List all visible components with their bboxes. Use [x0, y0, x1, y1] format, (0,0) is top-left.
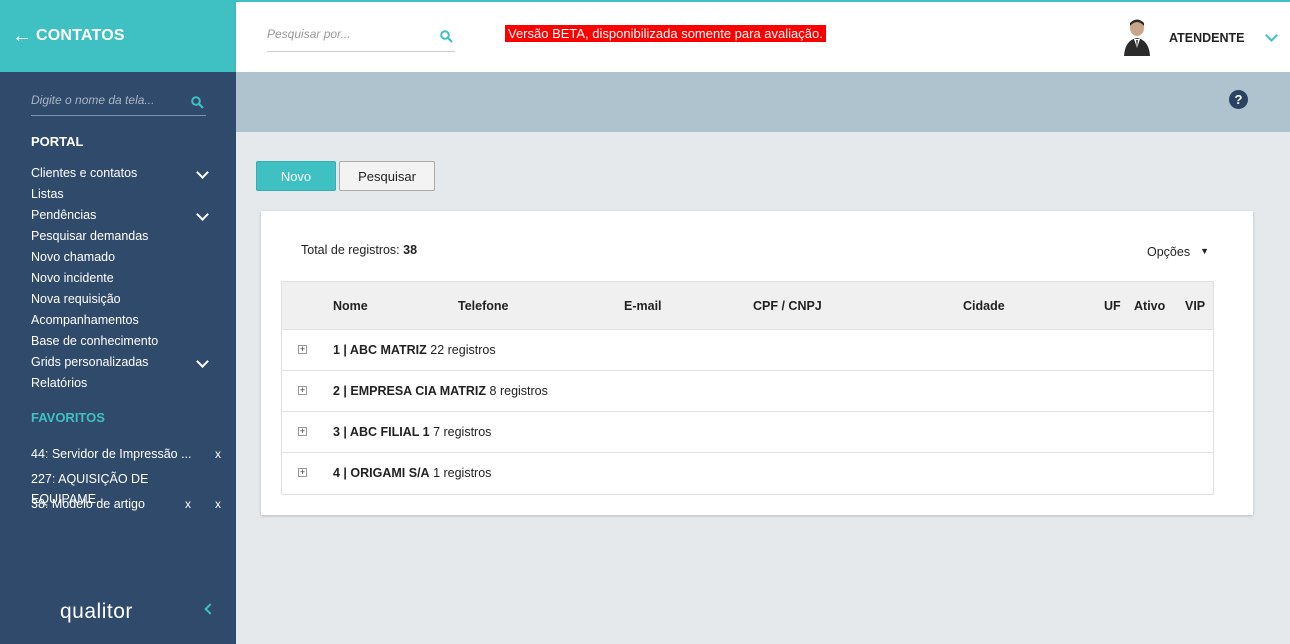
favorite-item[interactable]: 227: AQUISIÇÃO DE EQUIPAME... [31, 469, 223, 506]
group-name: 1 | ABC MATRIZ [333, 343, 427, 357]
sidebar-search-input[interactable] [31, 93, 181, 107]
total-label: Total de registros: [301, 243, 400, 257]
remove-favorite-button[interactable]: x [215, 444, 221, 464]
favorites-heading: FAVORITOS [31, 410, 105, 425]
sidebar-menu-item[interactable]: Listas [31, 184, 211, 205]
help-icon[interactable]: ? [1229, 90, 1248, 109]
top-bar: Versão BETA, disponibilizada somente par… [236, 0, 1290, 72]
chevron-down-icon[interactable] [1265, 29, 1278, 42]
sidebar-menu-label: Base de conhecimento [31, 334, 159, 348]
sidebar-header[interactable]: ← CONTATOS [0, 0, 236, 72]
sidebar-menu-item[interactable]: Base de conhecimento [31, 331, 211, 352]
column-header[interactable]: VIP [1185, 299, 1205, 313]
favorite-extra-close-button[interactable]: x [185, 494, 191, 514]
top-search [267, 26, 455, 52]
sidebar-menu-label: Listas [31, 187, 64, 201]
search-icon[interactable] [440, 30, 453, 46]
table-row[interactable]: +1 | ABC MATRIZ 22 registros [282, 330, 1213, 371]
group-label: 4 | ORIGAMI S/A 1 registros [333, 466, 491, 480]
group-label: 2 | EMPRESA CIA MATRIZ 8 registros [333, 384, 548, 398]
sidebar-menu-item[interactable]: Acompanhamentos [31, 310, 211, 331]
column-header[interactable]: CPF / CNPJ [753, 299, 822, 313]
favorite-item[interactable]: 44: Servidor de Impressão ... x [31, 444, 223, 469]
sidebar-menu-item[interactable]: Nova requisição [31, 289, 211, 310]
qualitor-logo: qualitor [60, 600, 133, 623]
chevron-left-icon[interactable] [204, 603, 216, 615]
group-label: 3 | ABC FILIAL 1 7 registros [333, 425, 491, 439]
column-header[interactable]: E-mail [624, 299, 662, 313]
favorite-item[interactable]: 38: Modelo de artigo x x [31, 494, 223, 519]
caret-down-icon: ▼ [1200, 246, 1210, 256]
user-avatar-icon[interactable] [1122, 18, 1152, 56]
grid-body: +1 | ABC MATRIZ 22 registros +2 | EMPRESA… [282, 330, 1213, 494]
group-name: 4 | ORIGAMI S/A [333, 466, 430, 480]
options-dropdown[interactable]: Opções ▼ [1147, 245, 1209, 259]
total-value: 38 [403, 243, 418, 257]
sidebar-menu: Clientes e contatos Listas Pendências Pesqu… [31, 163, 211, 394]
sidebar-menu-item[interactable]: Novo chamado [31, 247, 211, 268]
sidebar-menu-label: Pesquisar demandas [31, 229, 149, 243]
search-button[interactable]: Pesquisar [339, 161, 435, 191]
sidebar-menu-item[interactable]: Novo incidente [31, 268, 211, 289]
group-name: 2 | EMPRESA CIA MATRIZ [333, 384, 487, 398]
sidebar-menu-label: Clientes e contatos [31, 166, 138, 180]
group-count: 22 registros [430, 343, 496, 357]
group-label: 1 | ABC MATRIZ 22 registros [333, 343, 496, 357]
chevron-down-icon[interactable] [196, 208, 209, 221]
sidebar-menu-item[interactable]: Grids personalizadas [31, 352, 211, 373]
sidebar-menu-label: Relatórios [31, 376, 88, 390]
arrow-left-icon[interactable]: ← [12, 26, 32, 46]
sidebar-menu-label: Grids personalizadas [31, 355, 149, 369]
sidebar-menu-item[interactable]: Pendências [31, 205, 211, 226]
expand-plus-icon[interactable]: + [298, 468, 307, 477]
expand-plus-icon[interactable]: + [298, 427, 307, 436]
sidebar-menu-item[interactable]: Relatórios [31, 373, 211, 394]
records-panel: Total de registros: 38 Opções ▼ Nome Telef… [261, 211, 1253, 515]
sidebar-menu-item[interactable]: Pesquisar demandas [31, 226, 211, 247]
sidebar-menu-label: Novo chamado [31, 250, 116, 264]
favorites-list: 44: Servidor de Impressão ... x 227: AQUIS… [31, 444, 223, 519]
remove-favorite-button[interactable]: x [215, 494, 221, 514]
new-button[interactable]: Novo [256, 161, 336, 191]
sidebar-menu-label: Acompanhamentos [31, 313, 139, 327]
sidebar-menu-item[interactable]: Clientes e contatos [31, 163, 211, 184]
search-icon[interactable] [191, 96, 204, 112]
group-count: 1 registros [433, 466, 492, 480]
column-header[interactable]: Telefone [458, 299, 508, 313]
portal-heading: PORTAL [31, 134, 84, 149]
total-records: Total de registros: 38 [301, 243, 417, 257]
chevron-down-icon[interactable] [196, 355, 209, 368]
sidebar-menu-label: Nova requisição [31, 292, 121, 306]
sidebar-menu-label: Novo incidente [31, 271, 114, 285]
expand-plus-icon[interactable]: + [298, 345, 307, 354]
table-row[interactable]: +2 | EMPRESA CIA MATRIZ 8 registros [282, 371, 1213, 412]
table-row[interactable]: +4 | ORIGAMI S/A 1 registros [282, 453, 1213, 494]
column-header[interactable]: Nome [333, 299, 368, 313]
user-name[interactable]: ATENDENTE [1169, 31, 1244, 45]
grid-header: Nome Telefone E-mail CPF / CNPJ Cidade UF Ativ… [282, 282, 1213, 330]
group-count: 7 registros [433, 425, 492, 439]
beta-notice: Versão BETA, disponibilizada somente par… [505, 25, 826, 42]
sidebar: ← CONTATOS PORTAL Clientes e contatos Lis… [0, 0, 236, 644]
records-grid: Nome Telefone E-mail CPF / CNPJ Cidade UF Ativ… [281, 281, 1214, 495]
column-header[interactable]: Ativo [1134, 299, 1165, 313]
column-header[interactable]: UF [1104, 299, 1121, 313]
table-row[interactable]: +3 | ABC FILIAL 1 7 registros [282, 412, 1213, 453]
page-header-band: ? [236, 72, 1290, 132]
favorite-label: 44: Servidor de Impressão ... [31, 447, 192, 461]
sidebar-search [31, 92, 206, 116]
sidebar-menu-label: Pendências [31, 208, 97, 222]
chevron-down-icon[interactable] [196, 166, 209, 179]
group-name: 3 | ABC FILIAL 1 [333, 425, 430, 439]
sidebar-title: CONTATOS [36, 27, 125, 44]
options-label: Opções [1147, 245, 1191, 259]
top-search-input[interactable] [267, 27, 427, 41]
column-header[interactable]: Cidade [963, 299, 1005, 313]
favorite-label: 38: Modelo de artigo [31, 497, 145, 511]
expand-plus-icon[interactable]: + [298, 386, 307, 395]
group-count: 8 registros [489, 384, 548, 398]
